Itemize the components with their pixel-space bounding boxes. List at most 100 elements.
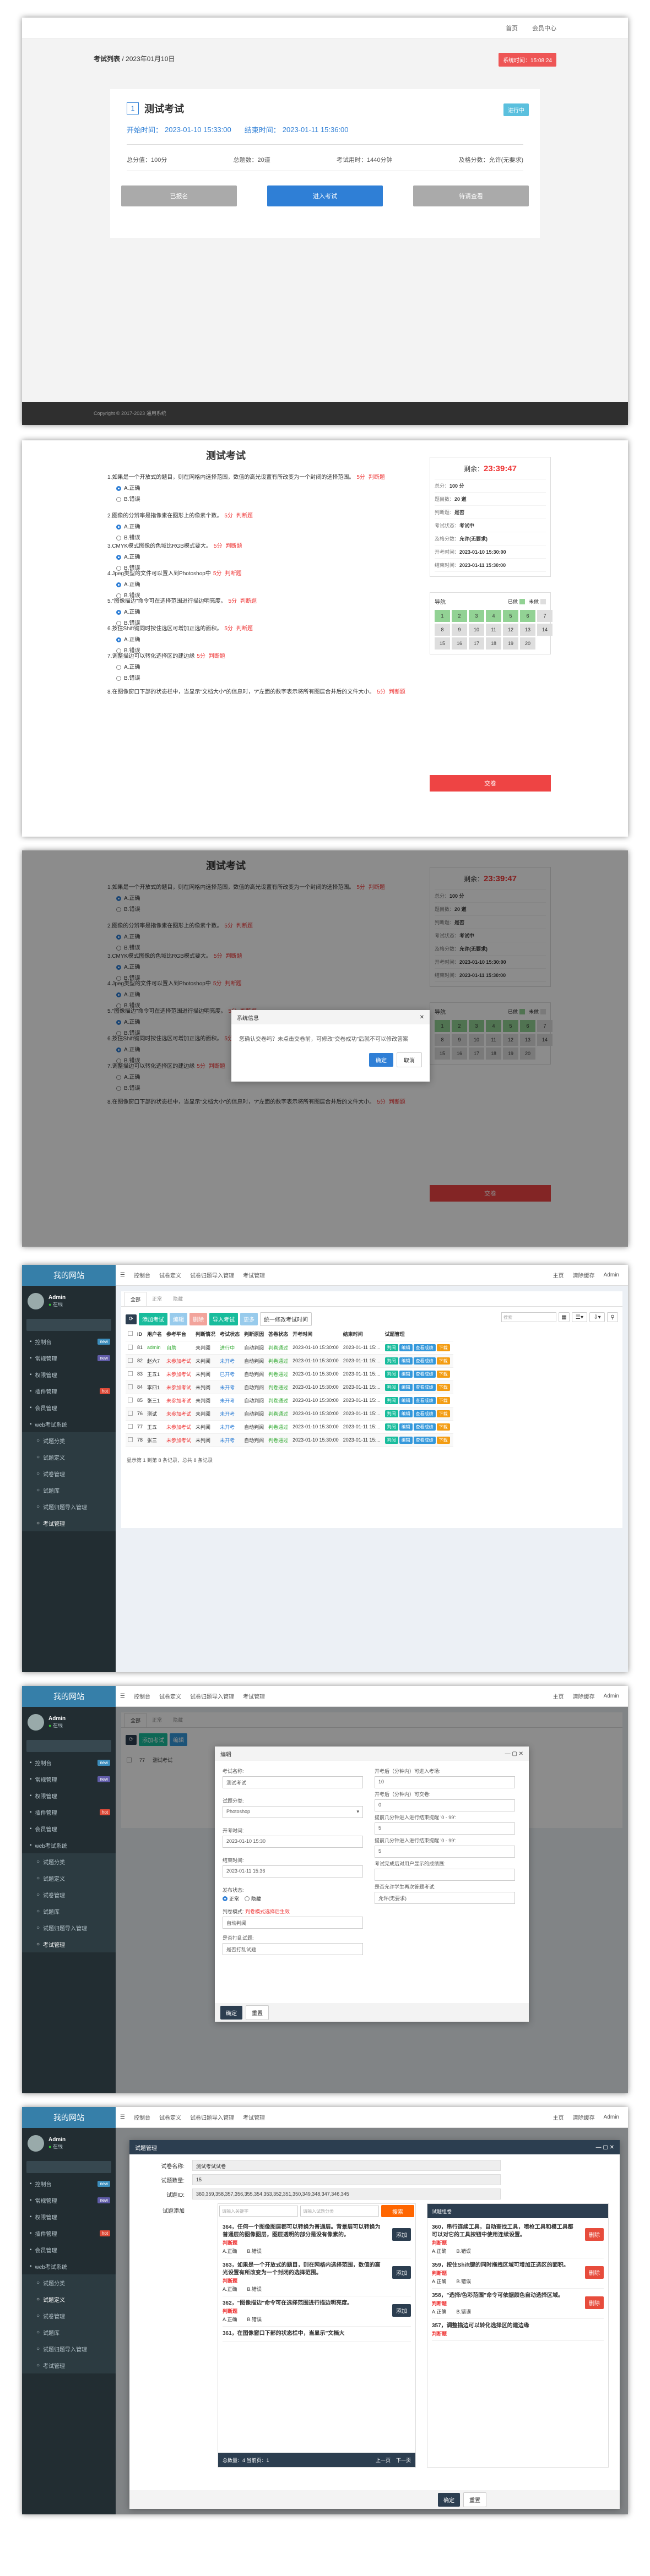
topnav-item[interactable]: 控制台 bbox=[134, 1271, 150, 1279]
row-action-button[interactable]: 判阅 bbox=[384, 1423, 398, 1431]
sidebar-search-input[interactable] bbox=[26, 1740, 111, 1752]
nav-cell[interactable]: 15 bbox=[435, 637, 450, 650]
enter-exam-button[interactable]: 进入考试 bbox=[267, 185, 383, 206]
row-checkbox[interactable] bbox=[128, 1384, 133, 1389]
answer-radio[interactable] bbox=[116, 637, 121, 642]
menu-toggle-icon[interactable]: ☰ bbox=[120, 2114, 125, 2120]
nav-cell[interactable]: 7 bbox=[537, 610, 552, 622]
sidebar-item[interactable]: ▪ 权限管理 bbox=[22, 1366, 116, 1383]
row-action-button[interactable]: 判阅 bbox=[384, 1396, 398, 1404]
answer-radio[interactable] bbox=[116, 525, 121, 530]
sidebar-subitem[interactable]: ○ 试卷管理 bbox=[22, 1886, 116, 1903]
sidebar-subitem[interactable]: ○ 试题归题导入管理 bbox=[22, 2340, 116, 2357]
nav-cell[interactable]: 19 bbox=[503, 637, 518, 650]
topbar-link[interactable]: 清除缓存 bbox=[573, 1271, 595, 1279]
row-action-button[interactable]: 查看成绩 bbox=[413, 1423, 436, 1431]
search-icon[interactable]: ⚲ bbox=[607, 1312, 618, 1322]
confirm-button[interactable]: 确定 bbox=[220, 2005, 242, 2020]
reset-button[interactable]: 重置 bbox=[463, 2492, 486, 2507]
answer-option[interactable]: A.正确 bbox=[116, 581, 421, 589]
row-checkbox[interactable] bbox=[128, 1437, 133, 1442]
answer-radio[interactable] bbox=[116, 582, 121, 587]
field-input[interactable]: 5 bbox=[375, 1822, 515, 1835]
sidebar-subitem[interactable]: ○ 试题分类 bbox=[22, 1432, 116, 1449]
prev-page-button[interactable]: 上一页 bbox=[376, 2457, 391, 2464]
answer-option[interactable]: A.正确 bbox=[116, 523, 421, 531]
sidebar-item[interactable]: ▪ web考试系统 bbox=[22, 1416, 116, 1432]
sidebar-subitem[interactable]: ○ 试题分类 bbox=[22, 2274, 116, 2291]
field-input[interactable]: 360,359,358,357,356,355,354,353,352,351,… bbox=[192, 2188, 501, 2200]
topbar-link[interactable]: 主页 bbox=[553, 2113, 564, 2121]
export-icon[interactable]: ⇩▾ bbox=[589, 1312, 605, 1322]
sidebar-subitem[interactable]: ○ 考试管理 bbox=[22, 1515, 116, 1531]
nav-cell[interactable]: 1 bbox=[435, 610, 450, 622]
nav-cell[interactable]: 14 bbox=[537, 624, 552, 636]
column-header[interactable]: 判断原因 bbox=[242, 1328, 267, 1341]
answer-option[interactable]: A.正确 bbox=[116, 636, 421, 644]
row-action-button[interactable]: 编辑 bbox=[399, 1423, 413, 1431]
field-input[interactable]: 0 bbox=[375, 1799, 515, 1811]
nav-cell[interactable]: 9 bbox=[452, 624, 467, 636]
nav-member[interactable]: 会员中心 bbox=[532, 24, 556, 32]
nav-cell[interactable]: 4 bbox=[486, 610, 501, 622]
column-header[interactable]: 开考时间 bbox=[290, 1328, 341, 1341]
sidebar-subitem[interactable]: ○ 试题库 bbox=[22, 1482, 116, 1498]
topbar-link[interactable]: Admin bbox=[604, 1272, 619, 1278]
submit-button[interactable]: 交卷 bbox=[430, 775, 551, 792]
answer-radio[interactable] bbox=[116, 486, 121, 491]
table-row[interactable]: 81 admin 自助 未判阅 进行中 自动判阅 判卷通过 2023-01-10 15:30:… bbox=[126, 1341, 453, 1355]
confirm-button[interactable]: 确定 bbox=[438, 2492, 460, 2507]
sidebar-subitem[interactable]: ○ 试卷管理 bbox=[22, 2307, 116, 2324]
sidebar-item[interactable]: ▪ 会员管理 bbox=[22, 1820, 116, 1837]
topbar-link[interactable]: 主页 bbox=[553, 1692, 564, 1700]
registered-button[interactable]: 已报名 bbox=[121, 185, 237, 206]
menu-toggle-icon[interactable]: ☰ bbox=[120, 1272, 125, 1278]
next-page-button[interactable]: 下一页 bbox=[396, 2457, 411, 2464]
answer-option[interactable]: A.正确 bbox=[116, 553, 421, 561]
table-row[interactable]: 76 测试 未参加考试 未判阅 未开考 自动判阅 判卷通过 2023-01-10 15:30:… bbox=[126, 1407, 453, 1421]
row-action-button[interactable]: 下载 bbox=[436, 1396, 450, 1404]
toolbar-delete-button[interactable]: 删除 bbox=[189, 1313, 207, 1325]
row-action-button[interactable]: 查看成绩 bbox=[413, 1396, 436, 1404]
sidebar-item[interactable]: ▪ 插件管理 hot bbox=[22, 1804, 116, 1820]
row-checkbox[interactable] bbox=[128, 1397, 133, 1402]
nav-cell[interactable]: 18 bbox=[486, 637, 501, 650]
reset-button[interactable]: 重置 bbox=[246, 2005, 269, 2020]
shuffle-select[interactable]: 是否打乱试题 bbox=[223, 1943, 363, 1955]
column-header[interactable]: 参考平台 bbox=[164, 1328, 194, 1341]
topnav-item[interactable]: 试卷定义 bbox=[159, 2113, 181, 2121]
field-input[interactable]: 10 bbox=[375, 1776, 515, 1788]
row-checkbox[interactable] bbox=[128, 1410, 133, 1416]
topnav-item[interactable]: 试卷归题导入管理 bbox=[190, 1271, 234, 1279]
row-action-button[interactable]: 判阅 bbox=[384, 1344, 398, 1351]
sidebar-subitem[interactable]: ○ 试题定义 bbox=[22, 1449, 116, 1465]
row-action-button[interactable]: 下载 bbox=[436, 1383, 450, 1391]
sidebar-subitem[interactable]: ○ 试题归题导入管理 bbox=[22, 1919, 116, 1936]
sidebar-item[interactable]: ▪ 权限管理 bbox=[22, 2208, 116, 2225]
nav-cell[interactable]: 6 bbox=[520, 610, 535, 622]
question-action-button[interactable]: 添加 bbox=[392, 2304, 411, 2317]
sidebar-item[interactable]: ▪ 权限管理 bbox=[22, 1787, 116, 1804]
close-icon[interactable]: — ▢ ✕ bbox=[505, 1751, 523, 1757]
question-action-button[interactable]: 添加 bbox=[392, 2228, 411, 2241]
nav-cell[interactable]: 16 bbox=[452, 637, 467, 650]
row-action-button[interactable]: 下载 bbox=[436, 1357, 450, 1365]
nav-cell[interactable]: 2 bbox=[452, 610, 467, 622]
row-action-button[interactable]: 下载 bbox=[436, 1423, 450, 1431]
row-action-button[interactable]: 编辑 bbox=[399, 1396, 413, 1404]
row-action-button[interactable]: 查看成绩 bbox=[413, 1383, 436, 1391]
sidebar-item[interactable]: ▪ 会员管理 bbox=[22, 1399, 116, 1416]
sidebar-subitem[interactable]: ○ 试题分类 bbox=[22, 1853, 116, 1870]
nav-cell[interactable]: 3 bbox=[469, 610, 484, 622]
toolbar-batch-time-button[interactable]: 统一修改考试时间 bbox=[260, 1312, 312, 1326]
question-action-button[interactable]: 删除 bbox=[585, 2296, 604, 2309]
sidebar-item[interactable]: ▪ 控制台 new bbox=[22, 2175, 116, 2192]
sidebar-subitem[interactable]: ○ 考试管理 bbox=[22, 2357, 116, 2373]
question-action-button[interactable]: 添加 bbox=[392, 2266, 411, 2279]
breadcrumb-link[interactable]: 考试列表 bbox=[94, 55, 120, 63]
column-header[interactable]: 结束时间 bbox=[340, 1328, 383, 1341]
toolbar-import-button[interactable]: 导入考试 bbox=[209, 1313, 238, 1325]
row-action-button[interactable]: 查看成绩 bbox=[413, 1357, 436, 1365]
row-action-button[interactable]: 下载 bbox=[436, 1370, 450, 1378]
confirm-cancel-button[interactable]: 取消 bbox=[397, 1052, 422, 1067]
